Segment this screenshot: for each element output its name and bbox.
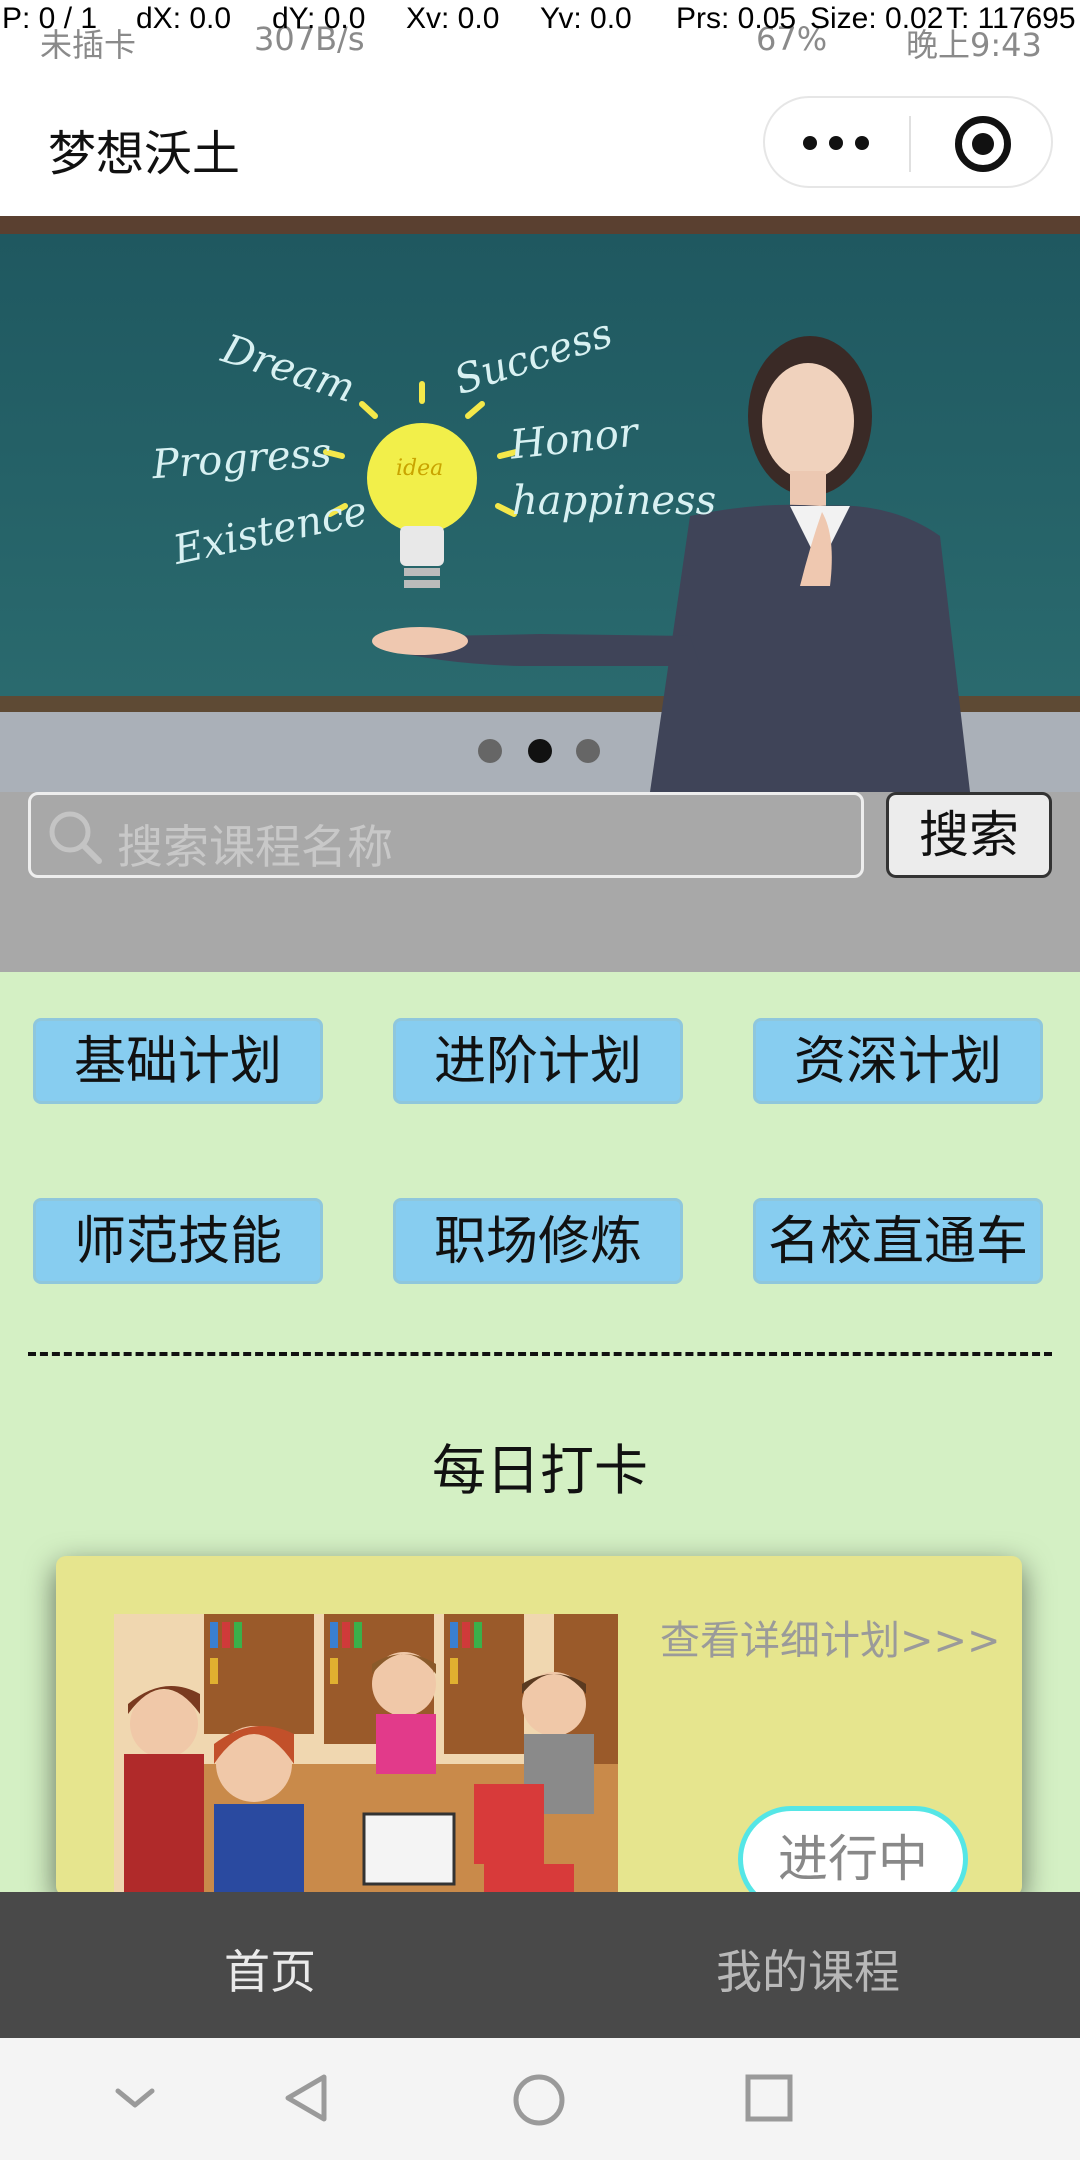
tab-my-courses[interactable]: 我的课程: [716, 1936, 900, 2002]
category-workplace-training[interactable]: 职场修炼: [393, 1198, 683, 1284]
category-top-school-express[interactable]: 名校直通车: [753, 1198, 1043, 1284]
title-bar: 梦想沃土: [0, 70, 1080, 218]
view-plan-link[interactable]: 查看详细计划>>>: [660, 1608, 1001, 1666]
debug-dy: dY: 0.0: [272, 2, 366, 35]
carousel-dot[interactable]: [576, 739, 600, 763]
search-area: 搜索课程名称 搜索: [0, 792, 1080, 972]
library-image: [114, 1614, 618, 1896]
carousel-indicator: [478, 736, 602, 766]
carousel-dot[interactable]: [478, 739, 502, 763]
status-bar: 未插卡 307B/s 67% 晚上9:43 P: 0 / 1 dX: 0.0 d…: [0, 0, 1080, 70]
tab-home[interactable]: 首页: [224, 1936, 316, 2002]
category-basic-plan[interactable]: 基础计划: [33, 1018, 323, 1104]
debug-dx: dX: 0.0: [136, 2, 232, 35]
debug-xv: Xv: 0.0: [406, 2, 500, 35]
banner-word: happiness: [512, 478, 717, 524]
back-triangle-icon[interactable]: [282, 2073, 332, 2123]
bottom-tab-bar: 首页 我的课程: [0, 1892, 1080, 2038]
banner-carousel[interactable]: Dream Success Progress Honor Existence h…: [0, 216, 1080, 792]
chevron-down-icon[interactable]: [112, 2073, 158, 2123]
recents-square-icon[interactable]: [744, 2073, 794, 2123]
debug-size: Size: 0.02: [810, 2, 944, 35]
category-teaching-skills[interactable]: 师范技能: [33, 1198, 323, 1284]
capsule-divider: [909, 116, 911, 172]
debug-prs: Prs: 0.05: [676, 2, 797, 35]
search-placeholder: 搜索课程名称: [117, 820, 393, 874]
teacher-figure: [372, 336, 970, 792]
more-dots-icon[interactable]: [803, 128, 873, 158]
target-close-icon[interactable]: [955, 116, 1011, 172]
mini-program-capsule: [763, 96, 1053, 188]
page-title: 梦想沃土: [48, 126, 241, 182]
search-icon: [49, 811, 102, 864]
checkin-card[interactable]: 查看详细计划>>> 进行中: [56, 1556, 1022, 1896]
section-title: 每日打卡: [432, 1439, 648, 1502]
status-badge[interactable]: 进行中: [738, 1806, 968, 1896]
debug-pointer: P: 0 / 1: [2, 2, 98, 35]
lightbulb-icon: [323, 381, 519, 588]
category-senior-plan[interactable]: 资深计划: [753, 1018, 1043, 1104]
system-navigation-bar: [0, 2038, 1080, 2160]
search-button[interactable]: 搜索: [886, 792, 1052, 878]
search-input[interactable]: 搜索课程名称: [28, 792, 864, 878]
debug-t: T: 117695: [946, 2, 1076, 35]
home-circle-icon[interactable]: [512, 2073, 566, 2127]
carousel-dot-active[interactable]: [528, 739, 552, 763]
debug-yv: Yv: 0.0: [540, 2, 632, 35]
banner-word: idea: [396, 456, 444, 481]
category-advanced-plan[interactable]: 进阶计划: [393, 1018, 683, 1104]
pointer-debug-overlay: P: 0 / 1 dX: 0.0 dY: 0.0 Xv: 0.0 Yv: 0.0…: [0, 0, 1080, 40]
section-divider: [28, 1352, 1052, 1356]
